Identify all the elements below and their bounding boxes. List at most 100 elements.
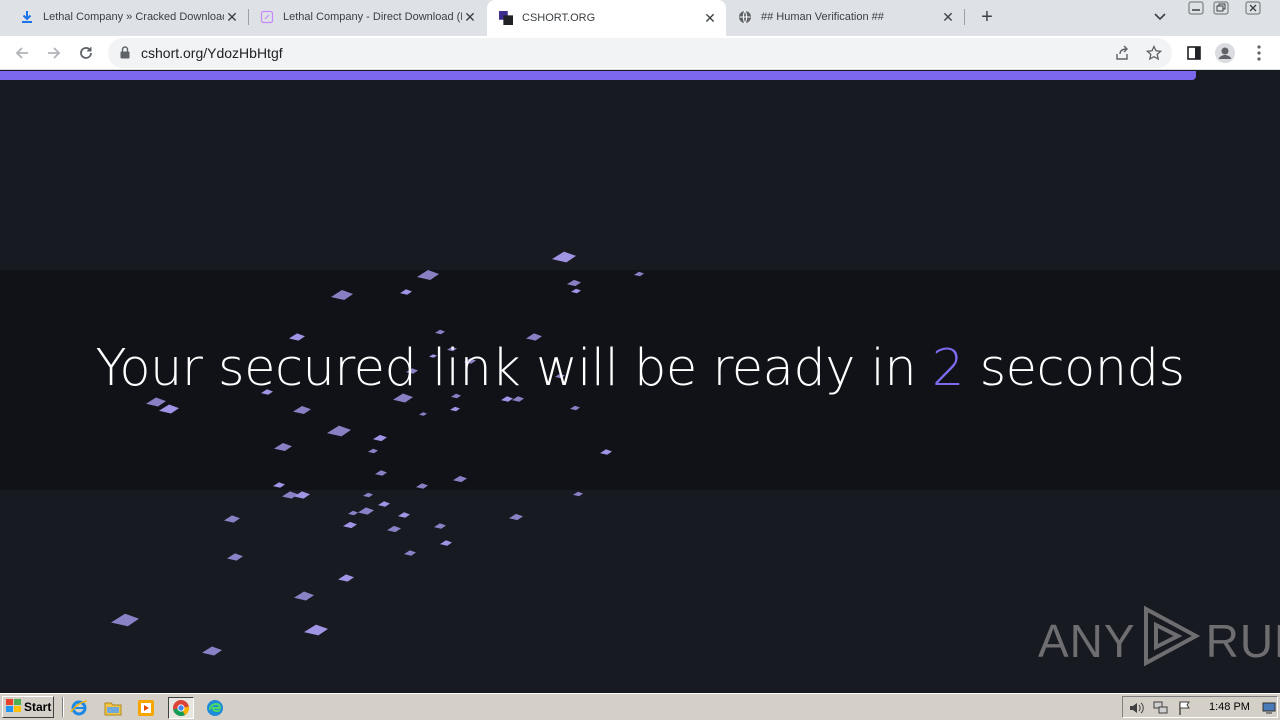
- page-icon: [260, 10, 274, 24]
- tab-title: Lethal Company » Cracked Downloads: [43, 11, 224, 23]
- forward-icon[interactable]: [42, 41, 66, 65]
- particle: [375, 470, 387, 476]
- particle: [509, 513, 523, 521]
- particle: [368, 448, 378, 454]
- system-tray: 1:48 PM: [1122, 696, 1278, 718]
- chrome-taskbar-icon[interactable]: [168, 697, 194, 719]
- particle: [202, 646, 222, 656]
- watermark-right: RUN: [1205, 615, 1280, 667]
- start-button[interactable]: Start: [2, 696, 54, 718]
- particle: [224, 515, 240, 523]
- particle: [159, 404, 179, 414]
- reload-icon[interactable]: [74, 41, 98, 65]
- new-tab-button[interactable]: +: [976, 6, 998, 28]
- close-window-button[interactable]: [1240, 0, 1266, 16]
- particle: [304, 624, 328, 636]
- particle: [634, 271, 644, 277]
- particle: [398, 512, 410, 518]
- internet-explorer-icon[interactable]: [68, 697, 90, 719]
- particle: [146, 397, 166, 407]
- particle: [600, 449, 612, 455]
- tab-search-chevron-icon[interactable]: [1152, 10, 1168, 24]
- watermark-left: ANY: [1038, 615, 1136, 667]
- menu-kebab-icon[interactable]: [1248, 42, 1270, 64]
- os-taskbar: Start 1:48 PM: [0, 693, 1280, 720]
- bookmark-star-icon[interactable]: [1145, 44, 1163, 62]
- play-logo-icon: [1140, 605, 1202, 678]
- message-before: Your secured link will be ready in: [95, 339, 917, 398]
- close-tab-icon[interactable]: ✕: [702, 10, 718, 26]
- particle: [331, 290, 353, 300]
- network-icon[interactable]: [1153, 700, 1169, 716]
- particle: [227, 553, 243, 561]
- particle: [338, 574, 354, 582]
- url-text[interactable]: cshort.org/YdozHbHtgf: [141, 45, 283, 61]
- cshort-logo-icon: [499, 11, 513, 25]
- restore-button[interactable]: [1208, 0, 1234, 16]
- particle: [400, 289, 412, 295]
- particle: [387, 525, 401, 533]
- particle: [435, 329, 445, 335]
- particle: [552, 251, 576, 263]
- browser-toolbar: cshort.org/YdozHbHtgf: [0, 36, 1280, 70]
- show-desktop-icon[interactable]: [1261, 700, 1277, 716]
- particle: [348, 510, 358, 516]
- particle: [417, 270, 439, 280]
- tab-separator: [964, 9, 965, 25]
- address-bar[interactable]: cshort.org/YdozHbHtgf: [108, 38, 1172, 68]
- particle: [327, 425, 351, 437]
- windows-logo-icon: [6, 698, 22, 716]
- particle: [111, 613, 139, 627]
- particle: [419, 412, 427, 416]
- particle: [294, 591, 314, 601]
- particle: [434, 523, 446, 529]
- particle: [404, 550, 416, 556]
- minimize-button[interactable]: [1183, 0, 1209, 16]
- particle: [343, 521, 357, 529]
- particle: [274, 442, 292, 452]
- file-explorer-icon[interactable]: [102, 697, 124, 719]
- share-icon[interactable]: [1113, 44, 1131, 62]
- particle: [416, 483, 428, 489]
- volume-icon[interactable]: [1129, 700, 1145, 716]
- particle: [573, 491, 583, 497]
- particle: [450, 406, 460, 412]
- message-after: seconds: [979, 339, 1185, 398]
- taskbar-separator: [62, 697, 64, 717]
- particle: [363, 492, 373, 498]
- close-tab-icon[interactable]: ✕: [462, 9, 478, 25]
- action-center-flag-icon[interactable]: [1177, 700, 1193, 716]
- particle: [453, 475, 467, 483]
- edge-icon[interactable]: [204, 697, 226, 719]
- close-tab-icon[interactable]: ✕: [940, 9, 956, 25]
- globe-icon: [738, 10, 752, 24]
- particle: [378, 501, 390, 507]
- profile-avatar-icon[interactable]: [1214, 42, 1236, 64]
- anyrun-watermark: ANY RUN: [1038, 605, 1280, 673]
- back-icon[interactable]: [10, 41, 34, 65]
- particle: [567, 279, 581, 287]
- tab-cshort[interactable]: CSHORT.ORG ✕: [487, 0, 726, 36]
- tab-lethal-cracked[interactable]: Lethal Company » Cracked Downloads ✕: [0, 0, 248, 34]
- page-content: Your secured link will be ready in 2 sec…: [0, 71, 1280, 693]
- particle: [282, 491, 298, 499]
- particle: [440, 540, 452, 546]
- tab-strip: Lethal Company » Cracked Downloads ✕ Let…: [0, 0, 1280, 36]
- particle: [358, 507, 374, 515]
- close-tab-icon[interactable]: ✕: [224, 9, 240, 25]
- lock-icon[interactable]: [120, 46, 130, 64]
- countdown-message: Your secured link will be ready in 2 sec…: [0, 339, 1280, 398]
- countdown-number: 2: [931, 339, 964, 398]
- download-icon: [20, 10, 34, 24]
- tab-lethal-direct[interactable]: Lethal Company - Direct Download (R ✕: [240, 0, 486, 34]
- media-player-icon[interactable]: [135, 697, 157, 719]
- tab-human-verification[interactable]: ## Human Verification ## ✕: [726, 0, 964, 34]
- particle: [570, 405, 580, 411]
- particle: [571, 288, 581, 294]
- tab-title: CSHORT.ORG: [522, 12, 596, 24]
- taskbar-clock: 1:48 PM: [1209, 701, 1250, 713]
- particle: [273, 482, 285, 488]
- particle: [373, 434, 387, 442]
- side-panel-icon[interactable]: [1183, 42, 1205, 64]
- particle: [294, 491, 310, 499]
